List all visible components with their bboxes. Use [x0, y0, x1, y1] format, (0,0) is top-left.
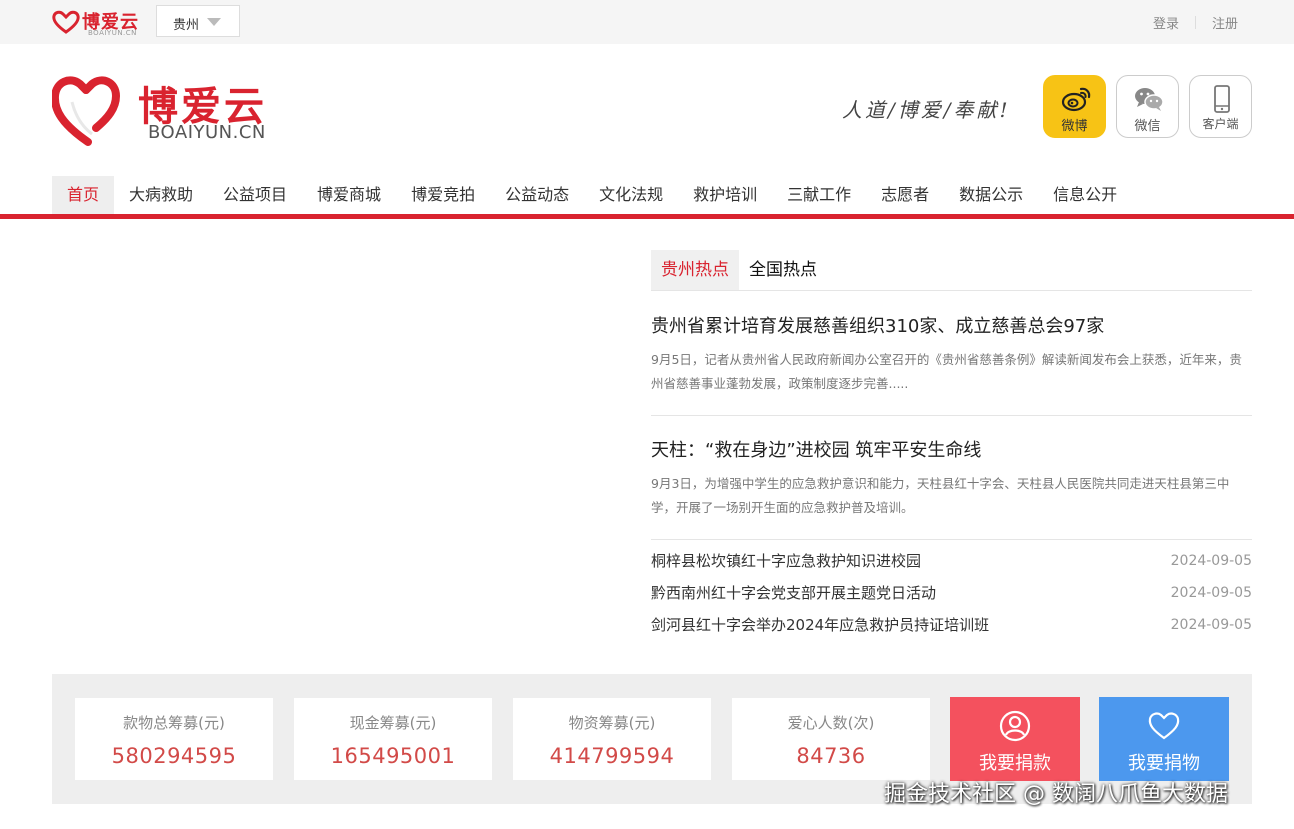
phone-icon — [1214, 85, 1230, 113]
heart-logo-icon — [52, 10, 80, 34]
article-summary: 9月5日，记者从贵州省人民政府新闻办公室召开的《贵州省慈善条例》解读新闻发布会上… — [651, 352, 1242, 391]
nav-item-auction[interactable]: 博爱竞拍 — [396, 176, 490, 214]
stat-label: 款物总筹募(元) — [123, 714, 225, 732]
tab-national-hot[interactable]: 全国热点 — [739, 250, 827, 290]
donate-goods-label: 我要捐物 — [1128, 753, 1200, 774]
nav-item-three-donations[interactable]: 三献工作 — [772, 176, 866, 214]
featured-article: 贵州省累计培育发展慈善组织310家、成立慈善总会97家 9月5日，记者从贵州省人… — [651, 312, 1252, 416]
news-panel: 贵州热点 全国热点 贵州省累计培育发展慈善组织310家、成立慈善总会97家 9月… — [651, 250, 1252, 634]
weibo-icon — [1061, 87, 1091, 112]
stat-label: 爱心人数(次) — [787, 714, 875, 732]
nav-item-volunteers[interactable]: 志愿者 — [866, 176, 944, 214]
article-title[interactable]: 贵州省累计培育发展慈善组织310家、成立慈善总会97家 — [651, 312, 1252, 338]
article-summary: 9月3日，为增强中学生的应急救护意识和能力，天柱县红十字会、天柱县人民医院共同走… — [651, 476, 1230, 515]
donate-money-button[interactable]: 我要捐款 — [950, 697, 1080, 781]
donate-goods-button[interactable]: 我要捐物 — [1099, 697, 1229, 781]
nav-item-charity-projects[interactable]: 公益项目 — [208, 176, 302, 214]
app-button[interactable]: 客户端 — [1189, 75, 1252, 138]
header: 博爱云 BOAIYUN.CN 人道/博爱/奉献! 微博 微信 客户端 — [0, 44, 1294, 176]
chevron-down-icon — [207, 18, 221, 26]
list-item-title: 桐梓县松坎镇红十字应急救护知识进校园 — [651, 552, 922, 570]
nav-item-illness-aid[interactable]: 大病救助 — [114, 176, 208, 214]
list-item-date: 2024-09-05 — [1170, 617, 1252, 633]
top-bar: 博爱云 BOAIYUN.CN 贵州 登录 注册 — [0, 0, 1294, 44]
wechat-button[interactable]: 微信 — [1116, 75, 1179, 138]
heart-logo-icon — [52, 76, 120, 146]
nav-underline — [0, 214, 1294, 219]
stat-label: 物资筹募(元) — [568, 714, 656, 732]
stat-donors: 爱心人数(次) 84736 — [732, 698, 930, 780]
weibo-button[interactable]: 微博 — [1043, 75, 1106, 138]
stat-value: 165495001 — [330, 744, 456, 768]
city-select[interactable]: 贵州 — [156, 5, 240, 37]
app-label: 客户端 — [1202, 117, 1239, 131]
list-item[interactable]: 桐梓县松坎镇红十字应急救护知识进校园 2024-09-05 — [651, 550, 1252, 582]
list-item-title: 黔西南州红十字会党支部开展主题党日活动 — [651, 584, 937, 602]
account-links: 登录 注册 — [1153, 13, 1238, 32]
login-link[interactable]: 登录 — [1153, 13, 1179, 32]
news-list: 桐梓县松坎镇红十字应急救护知识进校园 2024-09-05 黔西南州红十字会党支… — [651, 550, 1252, 646]
list-item[interactable]: 黔西南州红十字会党支部开展主题党日活动 2024-09-05 — [651, 582, 1252, 614]
register-link[interactable]: 注册 — [1212, 13, 1238, 32]
nav-item-first-aid-training[interactable]: 救护培训 — [678, 176, 772, 214]
slogan: 人道/博爱/奉献! — [842, 98, 1011, 122]
main-nav: 首页 大病救助 公益项目 博爱商城 博爱竞拍 公益动态 文化法规 救护培训 三献… — [0, 176, 1294, 220]
stat-cash: 现金筹募(元) 165495001 — [294, 698, 492, 780]
list-item-title: 剑河县红十字会举办2024年应急救护员持证培训班 — [651, 616, 990, 634]
stat-value: 414799594 — [549, 744, 675, 768]
top-logo[interactable]: 博爱云 BOAIYUN.CN — [52, 8, 142, 38]
city-label: 贵州 — [173, 18, 200, 33]
nav-item-data-disclosure[interactable]: 数据公示 — [944, 176, 1038, 214]
main-logo[interactable]: 博爱云 BOAIYUN.CN — [52, 72, 292, 152]
list-item-date: 2024-09-05 — [1170, 585, 1252, 601]
news-tabs: 贵州热点 全国热点 — [651, 250, 1252, 291]
nav-item-info-disclosure[interactable]: 信息公开 — [1038, 176, 1132, 214]
divider — [1194, 16, 1196, 29]
weibo-label: 微博 — [1061, 119, 1088, 134]
stat-goods: 物资筹募(元) 414799594 — [513, 698, 711, 780]
logo-subtext: BOAIYUN.CN — [148, 122, 266, 143]
nav-item-home[interactable]: 首页 — [52, 176, 115, 214]
list-item-date: 2024-09-05 — [1170, 553, 1252, 569]
stat-value: 580294595 — [111, 744, 237, 768]
watermark: 掘金技术社区 @ 数阔八爪鱼大数据 — [884, 782, 1228, 807]
heart-icon — [1148, 712, 1180, 740]
stat-value: 84736 — [796, 744, 866, 768]
stat-label: 现金筹募(元) — [349, 714, 437, 732]
nav-item-culture-law[interactable]: 文化法规 — [584, 176, 678, 214]
nav-item-news[interactable]: 公益动态 — [490, 176, 584, 214]
list-item[interactable]: 剑河县红十字会举办2024年应急救护员持证培训班 2024-09-05 — [651, 614, 1252, 646]
wechat-icon — [1135, 88, 1164, 111]
top-logo-sub: BOAIYUN.CN — [88, 29, 137, 37]
user-icon — [999, 710, 1031, 742]
tab-guizhou-hot[interactable]: 贵州热点 — [651, 250, 739, 290]
donate-money-label: 我要捐款 — [979, 753, 1051, 774]
stat-total: 款物总筹募(元) 580294595 — [75, 698, 273, 780]
wechat-label: 微信 — [1134, 119, 1161, 134]
nav-item-mall[interactable]: 博爱商城 — [302, 176, 396, 214]
article-title[interactable]: 天柱：“救在身边”进校园 筑牢平安生命线 — [651, 436, 1252, 462]
nav-items: 首页 大病救助 公益项目 博爱商城 博爱竞拍 公益动态 文化法规 救护培训 三献… — [52, 176, 1132, 214]
featured-article: 天柱：“救在身边”进校园 筑牢平安生命线 9月3日，为增强中学生的应急救护意识和… — [651, 436, 1252, 540]
